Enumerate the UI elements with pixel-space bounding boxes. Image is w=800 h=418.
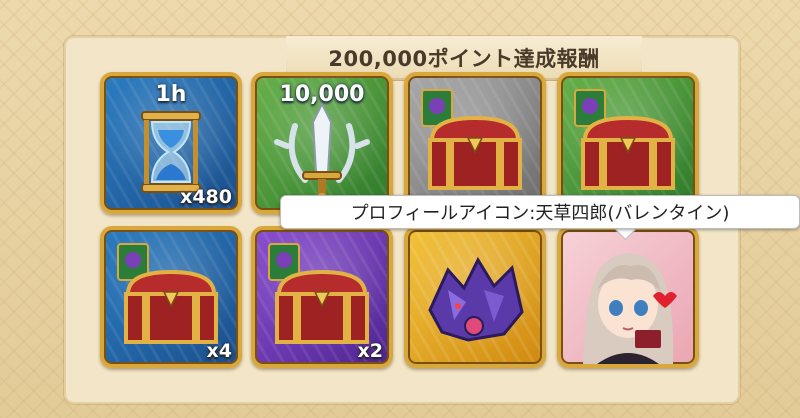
reward-tile-treasure-chest[interactable] — [404, 72, 546, 214]
reward-quantity: x4 — [206, 340, 232, 362]
page-title: 200,000ポイント達成報酬 — [328, 47, 600, 71]
reward-quantity: x480 — [180, 186, 232, 208]
reward-tile-sword-emblem[interactable]: 10,000 — [251, 72, 393, 214]
reward-tile-treasure-chest[interactable]: x2 — [251, 226, 393, 368]
reward-amount: 10,000 — [279, 82, 365, 107]
reward-quantity: x2 — [357, 340, 383, 362]
character-portrait-icon — [583, 253, 677, 364]
reward-tile-hourglass[interactable]: 1h x480 — [100, 72, 242, 214]
treasure-chest-icon — [421, 89, 522, 190]
item-tooltip: プロフィールアイコン:天草四郎(バレンタイン) — [280, 195, 800, 229]
tooltip-text: プロフィールアイコン:天草四郎(バレンタイン) — [350, 203, 730, 224]
treasure-chest-icon — [574, 89, 675, 190]
reward-tile-profile-portrait[interactable] — [557, 226, 699, 368]
reward-tile-treasure-chest[interactable]: x4 — [100, 226, 242, 368]
reward-amount: 1h — [155, 82, 187, 107]
reward-tile-crystal-dragon[interactable] — [404, 226, 546, 368]
reward-tile-treasure-chest[interactable] — [557, 72, 699, 214]
crystal-dragon-icon — [428, 256, 524, 342]
